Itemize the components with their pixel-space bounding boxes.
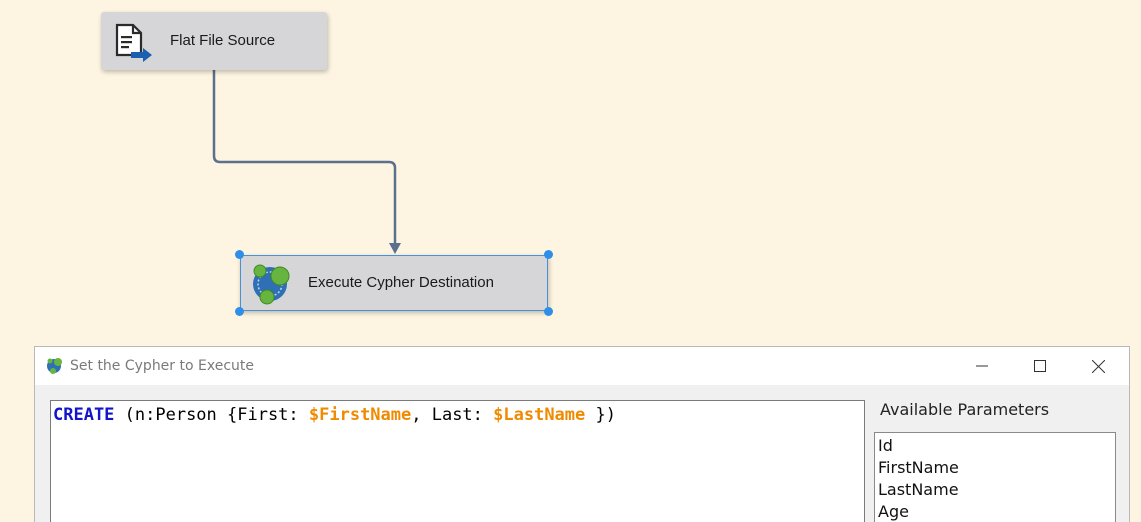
cypher-keyword: CREATE: [53, 405, 115, 425]
neo4j-app-icon: [45, 356, 63, 374]
maximize-icon: [1034, 360, 1046, 372]
cypher-text: }): [585, 405, 616, 425]
close-icon: [1091, 359, 1105, 373]
dialog-title: Set the Cypher to Execute: [70, 358, 254, 374]
cypher-editor[interactable]: CREATE (n:Person {First: $FirstName, Las…: [50, 400, 865, 522]
cypher-parameter: $LastName: [493, 405, 586, 425]
node-label: Execute Cypher Destination: [308, 274, 494, 291]
available-parameters-list[interactable]: Id FirstName LastName Age: [874, 432, 1116, 522]
flat-file-source-icon: [109, 21, 153, 63]
parameter-item[interactable]: LastName: [878, 479, 1112, 501]
node-label: Flat File Source: [170, 32, 276, 49]
resize-handle-top-right[interactable]: [544, 250, 553, 259]
cypher-dialog: Set the Cypher to Execute CREATE (n:Pers…: [34, 346, 1130, 522]
parameter-item[interactable]: Id: [878, 435, 1112, 457]
resize-handle-top-left[interactable]: [235, 250, 244, 259]
parameter-item[interactable]: FirstName: [878, 457, 1112, 479]
maximize-button[interactable]: [1011, 347, 1069, 385]
cypher-text: , Last:: [411, 405, 494, 425]
execute-cypher-destination-node[interactable]: Execute Cypher Destination: [235, 250, 553, 316]
parameter-item[interactable]: Age: [878, 501, 1112, 522]
dialog-titlebar[interactable]: Set the Cypher to Execute: [35, 347, 1129, 385]
neo4j-cypher-icon: [248, 261, 294, 305]
minimize-button[interactable]: [953, 347, 1011, 385]
cypher-text: (n:Person {First:: [114, 405, 309, 425]
minimize-icon: [976, 365, 988, 367]
close-button[interactable]: [1069, 347, 1127, 385]
cypher-parameter: $FirstName: [308, 405, 412, 425]
flat-file-source-node[interactable]: Flat File Source: [101, 12, 327, 70]
resize-handle-bottom-right[interactable]: [544, 307, 553, 316]
resize-handle-bottom-left[interactable]: [235, 307, 244, 316]
available-parameters-label: Available Parameters: [880, 400, 1050, 419]
